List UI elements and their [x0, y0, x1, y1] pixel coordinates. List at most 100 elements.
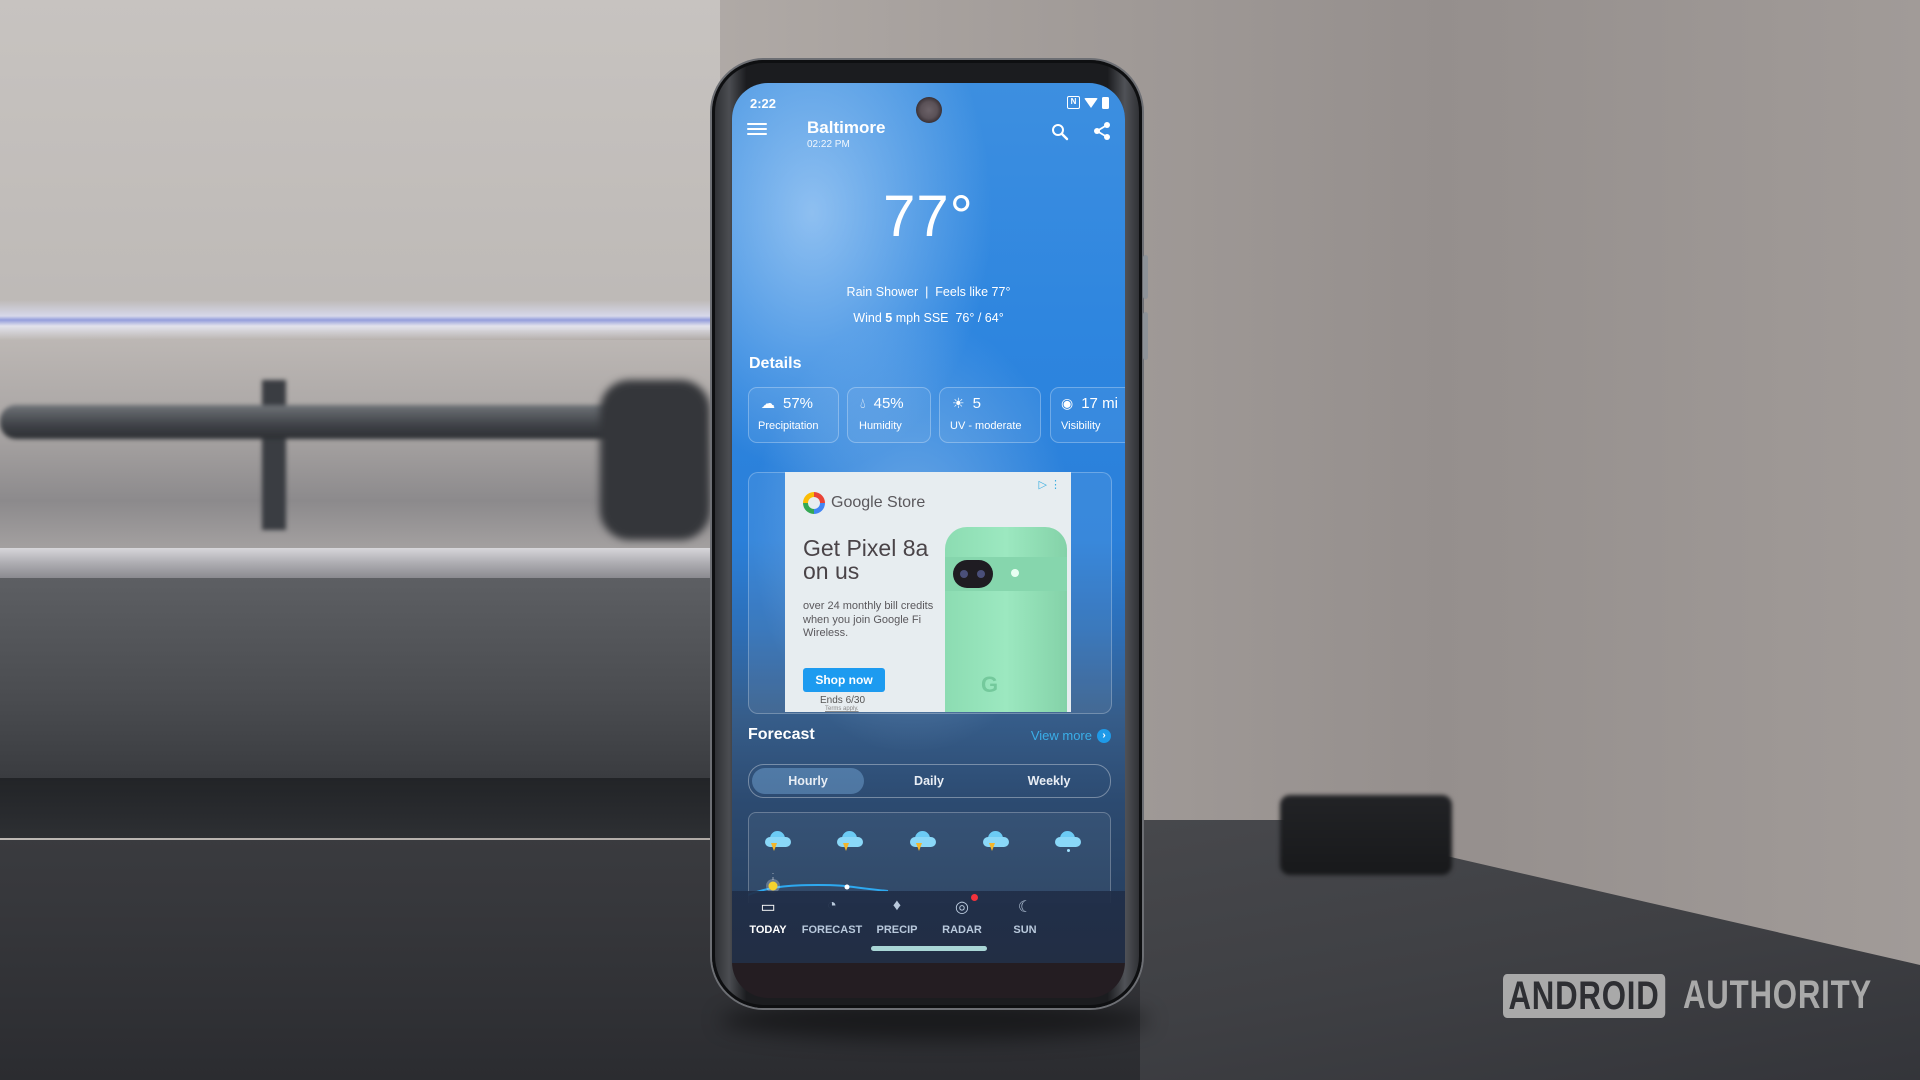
rain-cloud-icon: ☁	[761, 395, 775, 411]
nav-radar[interactable]: ◎ RADAR	[927, 891, 997, 963]
detail-card-humidity[interactable]: 💧︎ 45% Humidity	[847, 387, 931, 443]
black-box-object	[1280, 795, 1452, 875]
water-drop-icon: 💧︎	[860, 395, 866, 411]
wind-speed: 5	[885, 311, 893, 325]
detail-label: Visibility	[1061, 420, 1101, 432]
bottom-navigation: ▭ TODAY ◔ FORECAST ♦ PRECIP ◎ RADAR ☾ SU…	[732, 891, 1125, 963]
radar-icon: ◎	[955, 899, 969, 916]
eye-icon: ◉	[1061, 395, 1074, 411]
clock-icon: ◔	[827, 897, 837, 914]
wind-label: Wind	[853, 311, 882, 325]
nav-sun[interactable]: ☾ SUN	[990, 891, 1060, 963]
background-wall-left	[0, 0, 720, 330]
nav-label: TODAY	[749, 924, 787, 936]
ad-terms-link[interactable]: Terms apply.	[825, 706, 859, 712]
detail-value: 45%	[873, 395, 904, 412]
view-more-label: View more	[1030, 728, 1092, 743]
temp-point	[844, 884, 850, 890]
nav-label: RADAR	[942, 924, 982, 936]
sun-icon: ☀	[952, 395, 965, 411]
detail-label: Precipitation	[758, 420, 819, 432]
nfc-icon: N	[1067, 96, 1080, 109]
ad-ends: Ends 6/30	[820, 695, 866, 706]
front-camera	[916, 97, 942, 123]
ad-brand-name: Google Store	[831, 494, 926, 511]
nav-label: PRECIP	[876, 924, 918, 936]
detail-card-precipitation[interactable]: ☁ 57% Precipitation	[748, 387, 839, 443]
share-icon[interactable]	[1092, 121, 1112, 141]
separator: |	[925, 285, 929, 299]
current-temperature: 77°	[883, 184, 974, 249]
pixel-phone-image: G	[945, 527, 1067, 712]
flash	[1011, 569, 1019, 577]
view-more-link[interactable]: View more ›	[1031, 728, 1111, 743]
status-time: 2:22	[750, 96, 777, 111]
now-sun-dot	[768, 881, 778, 891]
sun-moon-icon: ☾	[1017, 899, 1033, 916]
g-mark: G	[981, 672, 999, 697]
search-icon[interactable]	[1051, 123, 1069, 141]
turntable-rim	[0, 548, 720, 578]
condition-text: Rain Shower	[846, 285, 919, 299]
battery-icon	[1102, 96, 1109, 109]
tab-daily[interactable]: Daily	[869, 765, 989, 797]
wifi-icon	[1084, 97, 1098, 108]
city-name: Baltimore	[807, 118, 886, 137]
tab-weekly[interactable]: Weekly	[989, 765, 1109, 797]
high-low: 76° / 64°	[955, 311, 1004, 325]
ad-brand: Google Store	[803, 492, 925, 514]
nav-label: SUN	[1013, 924, 1037, 936]
detail-label: UV - moderate	[950, 420, 1022, 432]
menu-icon[interactable]	[747, 120, 767, 136]
detail-card-visibility[interactable]: ◉ 17 mi Visibility	[1050, 387, 1125, 443]
shop-now-button[interactable]: Shop now	[803, 668, 885, 692]
feels-like: Feels like 77°	[935, 285, 1011, 299]
watermark-text: AUTHORITY	[1682, 973, 1872, 1017]
rain-icon	[1055, 831, 1081, 852]
detail-value: 5	[972, 395, 981, 412]
nav-today[interactable]: ▭ TODAY	[733, 891, 803, 963]
thunderstorm-icon	[837, 831, 863, 851]
thunderstorm-icon	[983, 831, 1009, 851]
thunderstorm-icon	[910, 831, 936, 851]
forecast-title: Forecast	[748, 726, 815, 743]
turntable-pivot	[600, 380, 710, 540]
turntable-base	[0, 578, 720, 778]
detail-value: 17 mi	[1081, 395, 1118, 412]
detail-label: Humidity	[859, 420, 902, 432]
power-button	[1143, 312, 1148, 360]
ad-body: over 24 monthly bill credits when you jo…	[803, 600, 934, 639]
ad-banner[interactable]: ▷ ⋮ Google Store G Get Pixel 8a on us ov…	[785, 472, 1071, 712]
notification-badge	[971, 894, 978, 901]
camera-module	[953, 560, 993, 588]
watermark: ANDROID AUTHORITY	[1503, 973, 1920, 1018]
turntable-post	[262, 380, 286, 530]
calendar-icon: ▭	[760, 899, 776, 916]
condition-line: Rain Shower | Feels like 77°	[732, 285, 1125, 299]
watermark-boxed: ANDROID	[1503, 973, 1665, 1018]
local-time: 02:22 PM	[807, 139, 850, 150]
nav-precip[interactable]: ♦ PRECIP	[862, 891, 932, 963]
volume-button	[1143, 255, 1148, 299]
google-logo-icon	[803, 492, 825, 514]
drop-icon: ♦	[892, 897, 902, 914]
details-title: Details	[749, 355, 802, 372]
tab-hourly[interactable]: Hourly	[752, 768, 864, 794]
phone-screen: 2:22 N Baltimore 02:22 PM 77° Rain Showe…	[732, 83, 1125, 998]
adchoices-icon[interactable]: ▷ ⋮	[1038, 478, 1061, 491]
wind-unit-direction: mph SSE	[895, 311, 949, 325]
nav-label: FORECAST	[801, 924, 863, 936]
gesture-home-bar[interactable]	[871, 946, 987, 951]
turntable-tonearm	[0, 405, 690, 439]
weather-app: 2:22 N Baltimore 02:22 PM 77° Rain Showe…	[732, 83, 1125, 963]
ad-headline: Get Pixel 8a on us	[803, 535, 929, 584]
chevron-right-icon: ›	[1097, 728, 1111, 743]
turntable-lid-reflection	[0, 300, 720, 340]
turntable-foot	[0, 778, 720, 838]
forecast-tabs: Hourly Daily Weekly	[748, 764, 1111, 798]
thunderstorm-icon	[765, 831, 791, 851]
nav-forecast[interactable]: ◔ FORECAST	[797, 891, 867, 963]
wind-line: Wind 5 mph SSE 76° / 64°	[732, 311, 1125, 325]
detail-value: 57%	[783, 395, 814, 412]
detail-card-uv[interactable]: ☀ 5 UV - moderate	[939, 387, 1041, 443]
